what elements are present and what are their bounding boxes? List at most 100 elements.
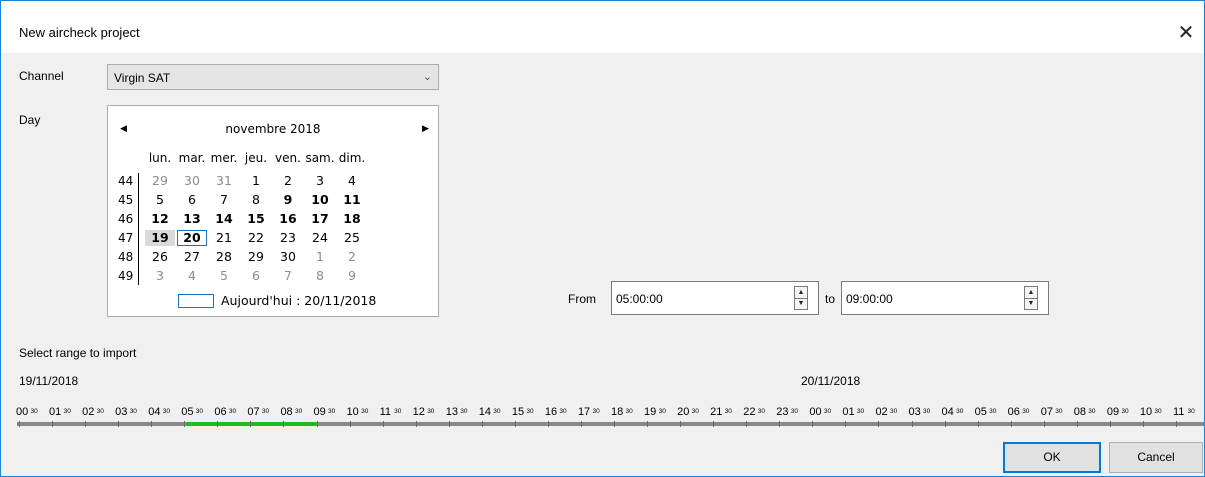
to-label: to <box>825 292 836 306</box>
timeline-tick <box>316 421 318 427</box>
calendar-day[interactable]: 9 <box>337 268 367 284</box>
calendar-day[interactable]: 16 <box>273 211 303 227</box>
timeline-half-label: 30 <box>460 408 468 415</box>
calendar-day[interactable]: 27 <box>177 249 207 265</box>
next-month-icon[interactable]: ▶ <box>422 124 429 134</box>
title-bar: New aircheck project ✕ <box>1 1 1204 53</box>
timeline-hour-label: 16 <box>544 406 558 418</box>
calendar-day[interactable]: 2 <box>273 173 303 189</box>
timeline-hour-label: 05 <box>181 406 194 418</box>
calendar-day[interactable]: 7 <box>209 192 239 208</box>
timeline-tick <box>977 421 979 427</box>
spin-down-icon[interactable]: ▼ <box>795 298 807 309</box>
calendar-month-title[interactable]: novembre 2018 <box>108 122 438 136</box>
import-range-timeline[interactable]: 00 30 01 30 02 30 03 30 04 30 05 30 06 30 07 30 08 30 09 30… <box>16 399 1204 439</box>
timeline-hour-label: 06 <box>1007 406 1020 418</box>
close-icon[interactable]: ✕ <box>1172 19 1200 47</box>
calendar-day[interactable]: 5 <box>145 192 175 208</box>
timeline-hour-label: 04 <box>148 406 161 418</box>
timeline-selected-range[interactable] <box>186 422 319 426</box>
calendar-day[interactable]: 13 <box>177 211 207 227</box>
calendar-day[interactable]: 29 <box>145 173 175 189</box>
timeline-hour-label: 00 <box>16 406 29 418</box>
timeline-half-label: 30 <box>790 408 799 415</box>
spin-down-icon[interactable]: ▼ <box>1025 298 1037 309</box>
import-range-label: Select range to import <box>19 346 137 360</box>
weekday-header: ven. <box>275 151 301 165</box>
timeline-tick <box>580 421 582 427</box>
calendar-day[interactable]: 4 <box>337 173 367 189</box>
calendar-day[interactable]: 31 <box>209 173 239 189</box>
timeline-hour-label: 02 <box>82 406 95 418</box>
calendar-day[interactable]: 8 <box>305 268 335 284</box>
timeline-half-label: 30 <box>328 408 336 415</box>
calendar-day[interactable]: 25 <box>337 230 367 246</box>
timeline-hour-label: 07 <box>247 406 260 418</box>
timeline-tick <box>1076 421 1078 427</box>
day-label: Day <box>19 113 41 127</box>
timeline-hour-label: 07 <box>1040 406 1053 418</box>
calendar-day[interactable]: 1 <box>241 173 271 189</box>
calendar-day[interactable]: 17 <box>305 211 335 227</box>
timeline-hour-label: 14 <box>478 406 492 418</box>
calendar-day[interactable]: 10 <box>305 192 335 208</box>
calendar-day[interactable]: 15 <box>241 211 271 227</box>
timeline-mid-date: 20/11/2018 <box>801 374 861 388</box>
channel-select[interactable]: Virgin SAT ⌄ <box>107 64 439 90</box>
month-calendar[interactable]: ◀ novembre 2018 ▶ Aujourd'hui : 20/11/20… <box>107 105 439 317</box>
calendar-day[interactable]: 22 <box>241 230 271 246</box>
timeline-tick <box>415 421 417 427</box>
calendar-day[interactable]: 6 <box>177 192 207 208</box>
timeline-hour-label: 19 <box>644 406 657 418</box>
calendar-day[interactable]: 3 <box>145 268 175 284</box>
calendar-day[interactable]: 12 <box>145 211 175 227</box>
calendar-day[interactable]: 14 <box>209 211 239 227</box>
timeline-half-label: 30 <box>1022 408 1030 415</box>
calendar-day[interactable]: 30 <box>273 249 303 265</box>
timeline-half-label: 30 <box>1121 408 1129 415</box>
calendar-day[interactable]: 30 <box>177 173 207 189</box>
timeline-half-label: 30 <box>129 408 137 415</box>
timeline-half-label: 30 <box>658 408 666 415</box>
timeline-hour-label: 00 <box>809 406 822 418</box>
channel-select-value: Virgin SAT <box>114 71 171 85</box>
calendar-day[interactable]: 7 <box>273 268 303 284</box>
calendar-day[interactable]: 24 <box>305 230 335 246</box>
to-time-spinner[interactable]: ▲ ▼ <box>1024 286 1038 310</box>
cancel-button[interactable]: Cancel <box>1109 442 1203 473</box>
timeline-hour-label: 04 <box>941 406 954 418</box>
timeline-tick <box>1142 421 1144 427</box>
calendar-day[interactable]: 21 <box>209 230 239 246</box>
calendar-day[interactable]: 20 <box>177 230 207 246</box>
to-time-input[interactable]: 09:00:00 ▲ ▼ <box>841 281 1049 315</box>
calendar-day[interactable]: 11 <box>337 192 367 208</box>
channel-label: Channel <box>19 69 64 83</box>
today-link[interactable]: Aujourd'hui : 20/11/2018 <box>221 293 376 308</box>
calendar-day[interactable]: 28 <box>209 249 239 265</box>
calendar-day[interactable]: 6 <box>241 268 271 284</box>
week-number-divider <box>138 173 139 285</box>
timeline-half-label: 30 <box>823 408 832 415</box>
timeline-tick <box>382 421 384 427</box>
calendar-day[interactable]: 23 <box>273 230 303 246</box>
calendar-day[interactable]: 8 <box>241 192 271 208</box>
timeline-tick <box>250 421 252 427</box>
calendar-day[interactable]: 2 <box>337 249 367 265</box>
calendar-day[interactable]: 29 <box>241 249 271 265</box>
calendar-day[interactable]: 4 <box>177 268 207 284</box>
timeline-half-label: 30 <box>691 408 699 415</box>
calendar-day[interactable]: 18 <box>337 211 367 227</box>
calendar-day[interactable]: 1 <box>305 249 335 265</box>
from-time-input[interactable]: 05:00:00 ▲ ▼ <box>611 281 819 315</box>
timeline-half-label: 30 <box>30 408 38 415</box>
calendar-day[interactable]: 19 <box>145 230 175 246</box>
calendar-day[interactable]: 9 <box>273 192 303 208</box>
week-number: 48 <box>118 250 134 264</box>
from-time-spinner[interactable]: ▲ ▼ <box>794 286 808 310</box>
week-number: 47 <box>118 231 134 245</box>
calendar-day[interactable]: 3 <box>305 173 335 189</box>
calendar-day[interactable]: 26 <box>145 249 175 265</box>
from-time-value: 05:00:00 <box>616 292 663 306</box>
calendar-day[interactable]: 5 <box>209 268 239 284</box>
ok-button[interactable]: OK <box>1003 442 1101 473</box>
